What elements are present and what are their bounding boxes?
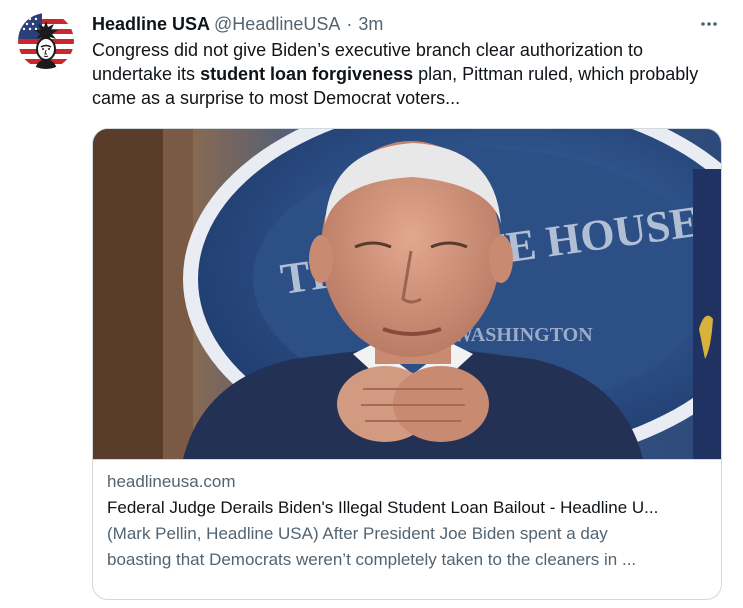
tweet-text-fragment: plan, Pittman ruled, which probably <box>413 64 699 84</box>
card-description-line: (Mark Pellin, Headline USA) After Presid… <box>107 524 608 543</box>
card-divider <box>93 459 721 460</box>
card-domain: headlineusa.com <box>107 472 236 491</box>
seal-subtext: WASHINGTON <box>453 324 593 346</box>
link-card[interactable]: THE WHITE HOUSE WASHINGTON <box>92 128 722 600</box>
tweet-text-line: came as a surprise to most Democrat vote… <box>92 88 461 108</box>
tweet-text-fragment: undertake its <box>92 64 201 84</box>
tweet-text-line: Congress did not give Biden’s executive … <box>92 40 643 60</box>
article-image[interactable]: THE WHITE HOUSE WASHINGTON <box>93 129 721 459</box>
card-title: Federal Judge Derails Biden's Illegal St… <box>107 498 659 517</box>
headline-usa-logo-icon <box>18 13 74 69</box>
display-name[interactable]: Headline USA <box>92 14 210 35</box>
card-description-line: boasting that Democrats weren’t complete… <box>107 550 637 569</box>
tweet-header: Headline USA @HeadlineUSA · 3m <box>92 12 383 36</box>
card-description: (Mark Pellin, Headline USA) After Presid… <box>107 521 707 573</box>
tweet-text-line: undertake its student loan forgiveness p… <box>92 62 732 86</box>
timestamp[interactable]: 3m <box>358 14 383 35</box>
avatar[interactable] <box>18 13 74 69</box>
separator-dot: · <box>346 13 353 34</box>
user-handle[interactable]: @HeadlineUSA <box>214 14 340 35</box>
more-options-button[interactable] <box>697 12 721 36</box>
tweet-text-bold: student loan forgiveness <box>200 64 414 84</box>
tweet-text: Congress did not give Biden’s executive … <box>92 38 732 110</box>
card-body[interactable]: headlineusa.com Federal Judge Derails Bi… <box>107 469 707 573</box>
tweet[interactable]: Headline USA @HeadlineUSA · 3m Congress … <box>0 0 743 608</box>
more-horizontal-icon <box>701 22 717 26</box>
